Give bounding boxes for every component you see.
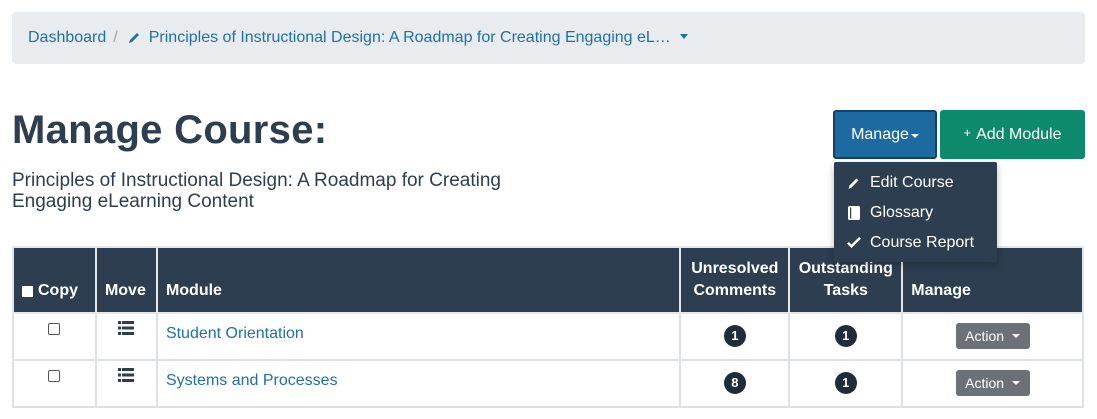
page-title: Manage Course: [12, 108, 328, 152]
breadcrumb: Dashboard / Principles of Instructional … [12, 12, 1085, 64]
column-header-move: Move [94, 246, 158, 314]
action-button[interactable]: Action [955, 322, 1030, 349]
menu-item-label: Glossary [870, 204, 934, 221]
course-subtitle: Principles of Instructional Design: A Ro… [12, 170, 501, 212]
add-module-label: Add Module [976, 125, 1062, 143]
book-icon [846, 205, 862, 221]
caret-down-icon [1012, 380, 1021, 385]
module-link[interactable]: Systems and Processes [166, 372, 338, 389]
count-badge: 1 [723, 324, 746, 347]
manage-dropdown-menu: Edit Course Glossary Course Report [834, 162, 997, 262]
add-module-button[interactable]: + Add Module [940, 110, 1085, 159]
list-icon[interactable] [118, 321, 135, 340]
checkbox-icon [22, 285, 33, 297]
copy-checkbox[interactable] [48, 322, 61, 335]
menu-item-label: Edit Course [870, 174, 954, 191]
modules-table: Copy Move Module Unresolved Comments Out… [12, 246, 1084, 408]
breadcrumb-separator: / [113, 29, 118, 46]
caret-down-icon [910, 133, 919, 138]
column-header-unresolved-comments: Unresolved Comments [679, 246, 791, 314]
manage-button[interactable]: Manage [833, 110, 937, 159]
list-icon[interactable] [118, 368, 135, 387]
unresolved-cell: 8 [679, 359, 791, 408]
menu-item-label: Course Report [870, 234, 975, 251]
unresolved-cell: 1 [679, 312, 791, 361]
move-cell [94, 312, 158, 361]
count-badge: 8 [723, 371, 746, 394]
copy-cell [12, 312, 97, 361]
checkmark-icon [846, 235, 862, 251]
action-button-label: Action [965, 374, 1005, 391]
module-link[interactable]: Student Orientation [166, 325, 304, 342]
breadcrumb-dashboard-link[interactable]: Dashboard [28, 29, 106, 47]
outstanding-cell: 1 [788, 312, 904, 361]
menu-item-course-report[interactable]: Course Report [834, 228, 997, 258]
caret-down-icon [1012, 333, 1021, 338]
move-cell [94, 359, 158, 408]
module-cell: Student Orientation [155, 312, 682, 361]
count-badge: 1 [834, 371, 857, 394]
breadcrumb-course-dropdown[interactable]: Principles of Instructional Design: A Ro… [127, 29, 688, 47]
table-row: Systems and Processes 8 1 Action [12, 359, 1084, 408]
plus-icon: + [963, 125, 972, 140]
copy-cell [12, 359, 97, 408]
column-header-line: Tasks [823, 282, 868, 299]
copy-checkbox[interactable] [48, 369, 61, 382]
count-badge: 1 [834, 324, 857, 347]
action-button[interactable]: Action [955, 369, 1030, 396]
manage-cell: Action [901, 359, 1084, 408]
column-header-line: Outstanding [798, 260, 893, 277]
outstanding-cell: 1 [788, 359, 904, 408]
column-header-module: Module [155, 246, 682, 314]
module-cell: Systems and Processes [155, 359, 682, 408]
menu-item-edit-course[interactable]: Edit Course [834, 168, 997, 198]
table-row: Student Orientation 1 1 Action [12, 312, 1084, 361]
manage-cell: Action [901, 312, 1084, 361]
action-button-label: Action [965, 327, 1005, 344]
pencil-icon [127, 31, 141, 45]
pencil-icon [846, 175, 862, 191]
chevron-down-icon [679, 33, 688, 39]
column-header-copy: Copy [12, 246, 97, 314]
menu-item-glossary[interactable]: Glossary [834, 198, 997, 228]
manage-button-label: Manage [851, 125, 909, 143]
breadcrumb-course-label: Principles of Instructional Design: A Ro… [148, 29, 671, 46]
column-header-line: Unresolved [691, 260, 779, 277]
column-header-line: Comments [693, 282, 777, 299]
column-header-copy-label: Copy [38, 282, 78, 299]
